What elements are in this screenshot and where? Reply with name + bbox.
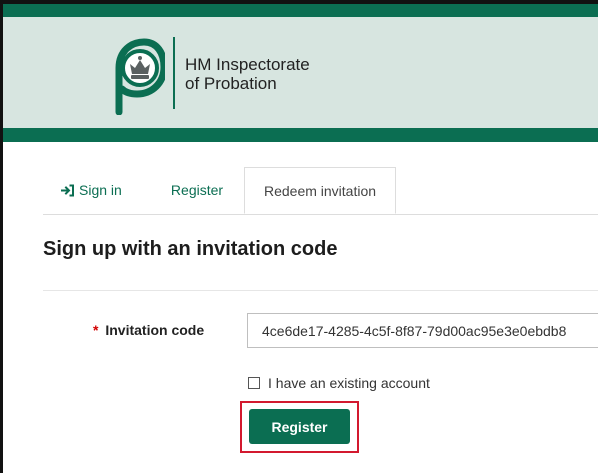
existing-account-label: I have an existing account — [268, 375, 430, 391]
organization-name: HM Inspectorate of Probation — [185, 55, 310, 93]
invitation-code-label-text: Invitation code — [105, 322, 205, 338]
required-marker: * — [93, 322, 99, 338]
register-button[interactable]: Register — [249, 409, 350, 444]
section-separator — [43, 290, 598, 291]
tab-redeem-invitation[interactable]: Redeem invitation — [244, 167, 396, 214]
authentication-tabs: Sign in Register Redeem invitation — [43, 167, 598, 215]
existing-account-option[interactable]: I have an existing account — [248, 375, 430, 391]
organization-name-line-1: HM Inspectorate — [185, 55, 310, 74]
site-header: HM Inspectorate of Probation — [3, 4, 598, 142]
organization-name-line-2: of Probation — [185, 74, 277, 93]
invitation-code-input[interactable] — [247, 313, 598, 348]
existing-account-checkbox[interactable] — [248, 377, 260, 389]
page-title: Sign up with an invitation code — [43, 238, 338, 260]
sign-in-icon — [61, 184, 74, 197]
probation-crown-logo-icon — [107, 37, 168, 116]
tab-register[interactable]: Register — [163, 167, 231, 213]
tab-sign-in-label: Sign in — [79, 182, 122, 198]
application-window: HM Inspectorate of Probation Sign in Reg… — [0, 0, 598, 473]
invitation-code-label: * Invitation code — [93, 322, 204, 338]
logo-divider — [173, 37, 175, 109]
tab-sign-in[interactable]: Sign in — [61, 167, 143, 213]
